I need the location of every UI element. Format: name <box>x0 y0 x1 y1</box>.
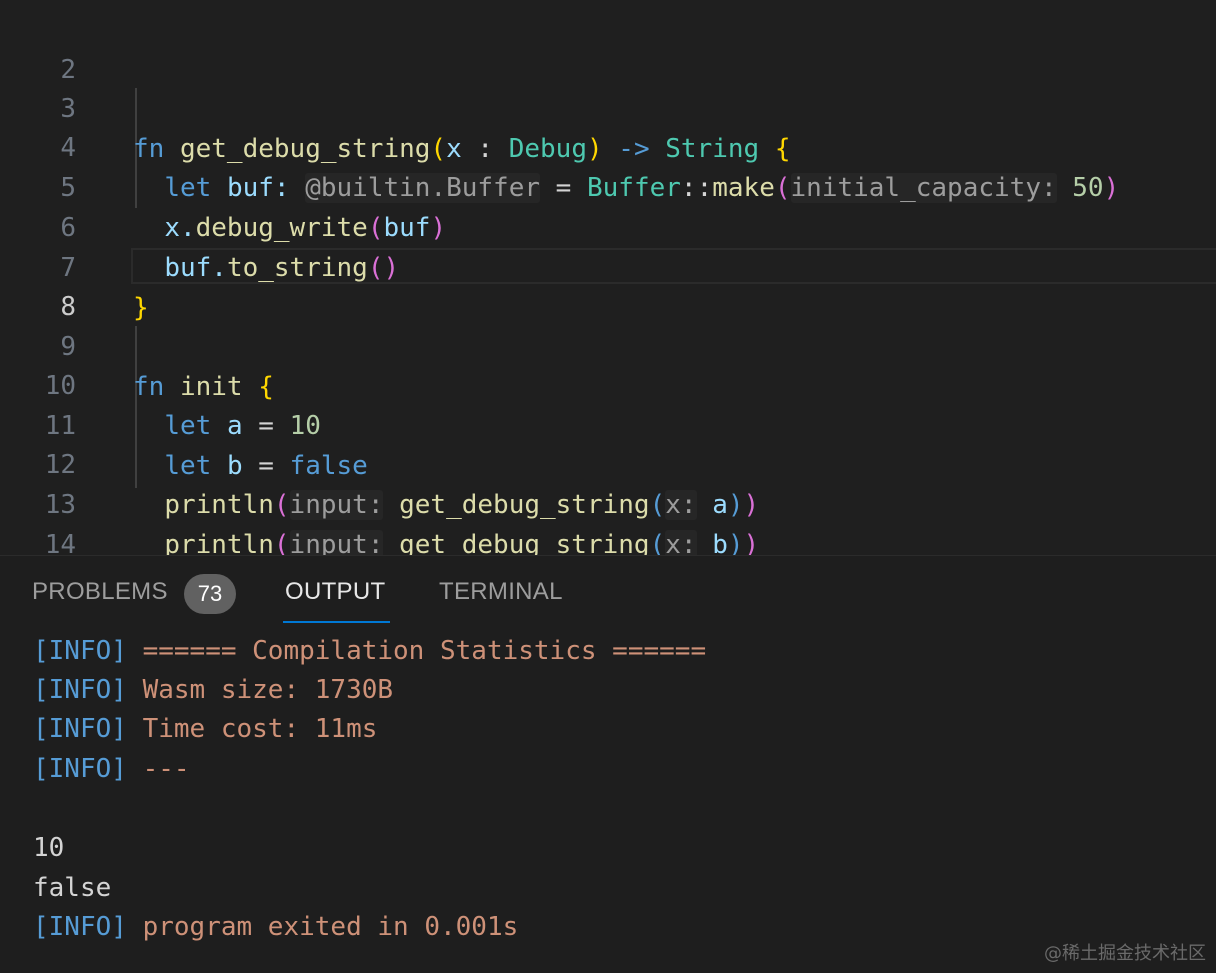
tab-terminal[interactable]: TERMINAL <box>439 578 563 606</box>
log-level-tag: [INFO] <box>33 636 127 666</box>
code-line[interactable]: 12 println(input: get_debug_string(x: a)… <box>0 405 1216 520</box>
code-line[interactable]: 7 } <box>0 208 1216 323</box>
code-line[interactable]: 13 println(input: get_debug_string(x: b)… <box>0 445 1216 555</box>
program-output-line: false <box>33 873 112 903</box>
code-line[interactable]: 3 fn get_debug_string(x : Debug) -> Stri… <box>0 49 1216 164</box>
code-line[interactable]: 6 buf.to_string() <box>0 168 1216 283</box>
output-line: [INFO] ====== Compilation Statistics ===… <box>33 631 706 671</box>
bottom-panel: PROBLEMS 73 OUTPUT TERMINAL [INFO] =====… <box>0 555 1216 973</box>
output-line: [INFO] Wasm size: 1730B <box>33 670 393 710</box>
tab-problems[interactable]: PROBLEMS <box>32 578 168 606</box>
log-message: ====== Compilation Statistics ====== <box>126 636 707 666</box>
log-message: program exited in 0.001s <box>126 912 519 942</box>
output-line: [INFO] Time cost: 11ms <box>33 709 377 749</box>
code-editor[interactable]: 2 3 fn get_debug_string(x : Debug) -> St… <box>0 0 1216 555</box>
output-line: [INFO] --- <box>33 749 190 789</box>
log-message: --- <box>126 754 190 784</box>
watermark: @稀土掘金技术社区 <box>1044 943 1206 964</box>
program-output-line: 10 <box>33 833 65 863</box>
code-line[interactable]: 14 } <box>0 485 1216 555</box>
active-tab-indicator <box>283 621 390 623</box>
log-message: Time cost: 11ms <box>126 714 378 744</box>
log-level-tag: [INFO] <box>33 675 127 705</box>
log-level-tag: [INFO] <box>33 754 127 784</box>
log-message: Wasm size: 1730B <box>126 675 394 705</box>
code-line[interactable]: 9 fn init { <box>0 287 1216 402</box>
code-line[interactable]: 4 let buf: @builtin.Buffer = Buffer::mak… <box>0 88 1216 203</box>
tab-output[interactable]: OUTPUT <box>285 578 385 606</box>
code-line[interactable]: 5 x.debug_write(buf) <box>0 128 1216 243</box>
code-line[interactable]: 2 <box>0 10 1216 85</box>
code-line[interactable]: 15 <box>0 524 1216 555</box>
code-line[interactable]: 11 let b = false <box>0 366 1216 481</box>
log-level-tag: [INFO] <box>33 714 127 744</box>
log-level-tag: [INFO] <box>33 912 127 942</box>
code-line[interactable]: 10 let a = 10 <box>0 326 1216 441</box>
code-line[interactable]: 8 <box>0 247 1216 322</box>
problems-count-badge: 73 <box>184 574 236 614</box>
output-line: [INFO] program exited in 0.001s <box>33 907 518 947</box>
